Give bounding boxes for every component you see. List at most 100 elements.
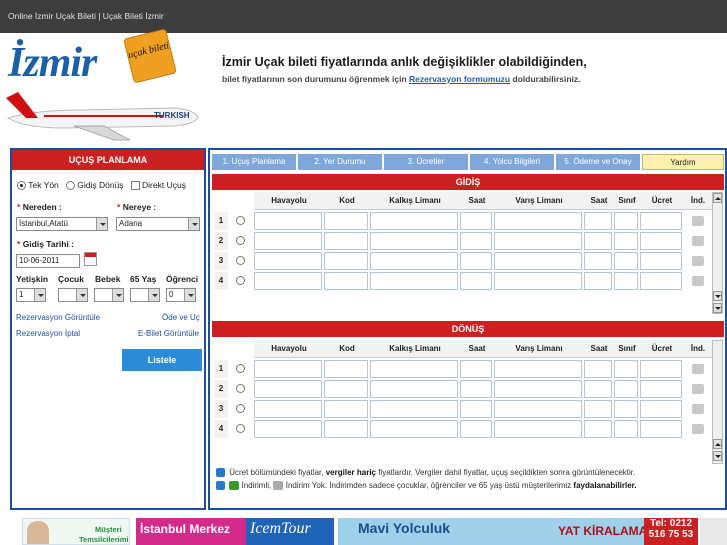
- row-number: 4: [214, 272, 228, 290]
- column-header: Sınıf: [614, 192, 640, 210]
- table-cell: [370, 252, 458, 270]
- cancel-reservation-link[interactable]: Rezervasyon İptal: [16, 329, 80, 338]
- info-icon: [216, 468, 225, 478]
- table-cell: [324, 272, 368, 290]
- tab-passenger-info[interactable]: 4. Yolcu Bilgileri: [470, 154, 554, 170]
- view-reservation-link[interactable]: Rezervasyon Görüntüle: [16, 313, 100, 322]
- return-table: Havayolu Kod Kalkış Limanı Saat Varış Limanı…: [214, 340, 712, 444]
- outbound-header: GİDİŞ: [212, 174, 724, 190]
- column-header: Kalkış Limanı: [370, 340, 460, 358]
- departure-date-input[interactable]: 10-06-2011: [16, 254, 80, 268]
- subline-end: doldurabilirsiniz.: [512, 74, 581, 84]
- from-select[interactable]: İstanbul,Atatü: [16, 217, 108, 231]
- table-cell: [494, 380, 582, 398]
- round-trip-label: Gidiş Dönüş: [77, 180, 124, 190]
- step-tabs: 1. Uçuş Planlama 2. Yer Durumu 3. Ücretl…: [210, 152, 725, 170]
- calendar-icon[interactable]: [84, 252, 97, 266]
- one-way-radio[interactable]: [17, 181, 26, 191]
- table-cell: [460, 272, 492, 290]
- scroll-up-icon[interactable]: [713, 193, 722, 203]
- table-cell: [494, 420, 582, 438]
- no-discount-icon: [692, 404, 704, 414]
- list-flights-button[interactable]: Listele: [122, 349, 202, 371]
- banner-text: YAT KİRALAMA: [558, 524, 648, 538]
- table-cell: [614, 360, 638, 378]
- flight-select-radio[interactable]: [236, 384, 245, 393]
- banner-text: İstanbul Merkez: [136, 518, 246, 545]
- pay-and-fly-link[interactable]: Öde ve Uç: [162, 313, 200, 322]
- table-cell: [324, 212, 368, 230]
- airline-text: TURKISH: [154, 111, 190, 120]
- table-cell: [460, 212, 492, 230]
- table-cell: [324, 232, 368, 250]
- table-cell: [324, 420, 368, 438]
- column-header: Saat: [584, 340, 614, 358]
- customer-rep-banner[interactable]: Müşteri Temsilcilerimiz: [22, 518, 130, 545]
- one-way-label: Tek Yön: [28, 180, 59, 190]
- row-number: 3: [214, 252, 228, 270]
- tab-flight-planning[interactable]: 1. Uçuş Planlama: [212, 154, 296, 170]
- child-label: Çocuk: [58, 274, 84, 284]
- flight-select-radio[interactable]: [236, 236, 245, 245]
- flight-select-radio[interactable]: [236, 404, 245, 413]
- to-select[interactable]: Adana: [116, 217, 200, 231]
- student-select[interactable]: 0: [166, 288, 196, 302]
- adult-value: 1: [19, 290, 24, 299]
- side-banner[interactable]: [700, 518, 727, 545]
- page-headline: İzmir Uçak bileti fiyatlarında anlık değ…: [222, 55, 587, 69]
- scroll-down-icon[interactable]: [713, 303, 722, 313]
- view-eticket-link[interactable]: E-Bilet Görüntüle: [138, 329, 199, 338]
- site-logo[interactable]: İzmir uçak bileti TURKISH: [0, 28, 205, 145]
- table-cell: [494, 272, 582, 290]
- icemtour-banner[interactable]: İstanbul Merkez IcemTour: [136, 518, 334, 545]
- return-scrollbar[interactable]: [712, 340, 723, 464]
- table-cell: [614, 212, 638, 230]
- table-cell: [254, 232, 322, 250]
- table-cell: [370, 380, 458, 398]
- logo-text: İzmir: [8, 40, 97, 86]
- flight-select-radio[interactable]: [236, 364, 245, 373]
- scroll-up-icon[interactable]: [713, 439, 722, 449]
- no-discount-icon: [692, 276, 704, 286]
- senior-select[interactable]: [130, 288, 160, 302]
- flight-planner-panel: UÇUŞ PLANLAMA Tek Yön Gidiş Dönüş Direkt…: [10, 148, 206, 510]
- row-number: 1: [214, 212, 228, 230]
- infant-select[interactable]: [94, 288, 124, 302]
- outbound-scrollbar[interactable]: [712, 192, 723, 314]
- table-cell: [640, 400, 682, 418]
- tab-fares[interactable]: 3. Ücretler: [384, 154, 468, 170]
- row-number: 3: [214, 400, 228, 418]
- flight-select-radio[interactable]: [236, 216, 245, 225]
- yacht-charter-banner[interactable]: Mavi Yolculuk YAT KİRALAMA Tel: 0212 516…: [338, 518, 698, 545]
- table-cell: [584, 380, 612, 398]
- column-header: Havayolu: [254, 340, 324, 358]
- student-value: 0: [169, 290, 174, 299]
- chevron-down-icon: [148, 289, 159, 301]
- chevron-down-icon: [112, 289, 123, 301]
- table-cell: [460, 232, 492, 250]
- flight-select-radio[interactable]: [236, 256, 245, 265]
- child-select[interactable]: [58, 288, 88, 302]
- table-cell: [254, 420, 322, 438]
- table-cell: [254, 400, 322, 418]
- tab-seat-status[interactable]: 2. Yer Durumu: [298, 154, 382, 170]
- tab-help[interactable]: Yardım: [642, 154, 724, 170]
- info-icon: [216, 481, 225, 491]
- table-cell: [614, 252, 638, 270]
- direct-flight-checkbox[interactable]: [130, 181, 140, 191]
- column-header: Saat: [584, 192, 614, 210]
- tab-payment[interactable]: 5. Ödeme ve Onay: [556, 154, 640, 170]
- column-header: Saat: [460, 192, 494, 210]
- banner-text: Müşteri: [95, 525, 122, 534]
- flight-select-radio[interactable]: [236, 276, 245, 285]
- chevron-down-icon: [188, 218, 199, 230]
- round-trip-radio[interactable]: [65, 181, 75, 191]
- scroll-down-icon[interactable]: [713, 291, 722, 301]
- adult-select[interactable]: 1: [16, 288, 46, 302]
- subline-text: bilet fiyatlarının son durumunu öğrenmek…: [222, 74, 407, 84]
- flight-select-radio[interactable]: [236, 424, 245, 433]
- scroll-down-icon[interactable]: [713, 451, 722, 461]
- date-value: 10-06-2011: [19, 256, 60, 265]
- table-cell: [324, 380, 368, 398]
- reservation-form-link[interactable]: Rezervasyon formumuzu: [409, 74, 510, 84]
